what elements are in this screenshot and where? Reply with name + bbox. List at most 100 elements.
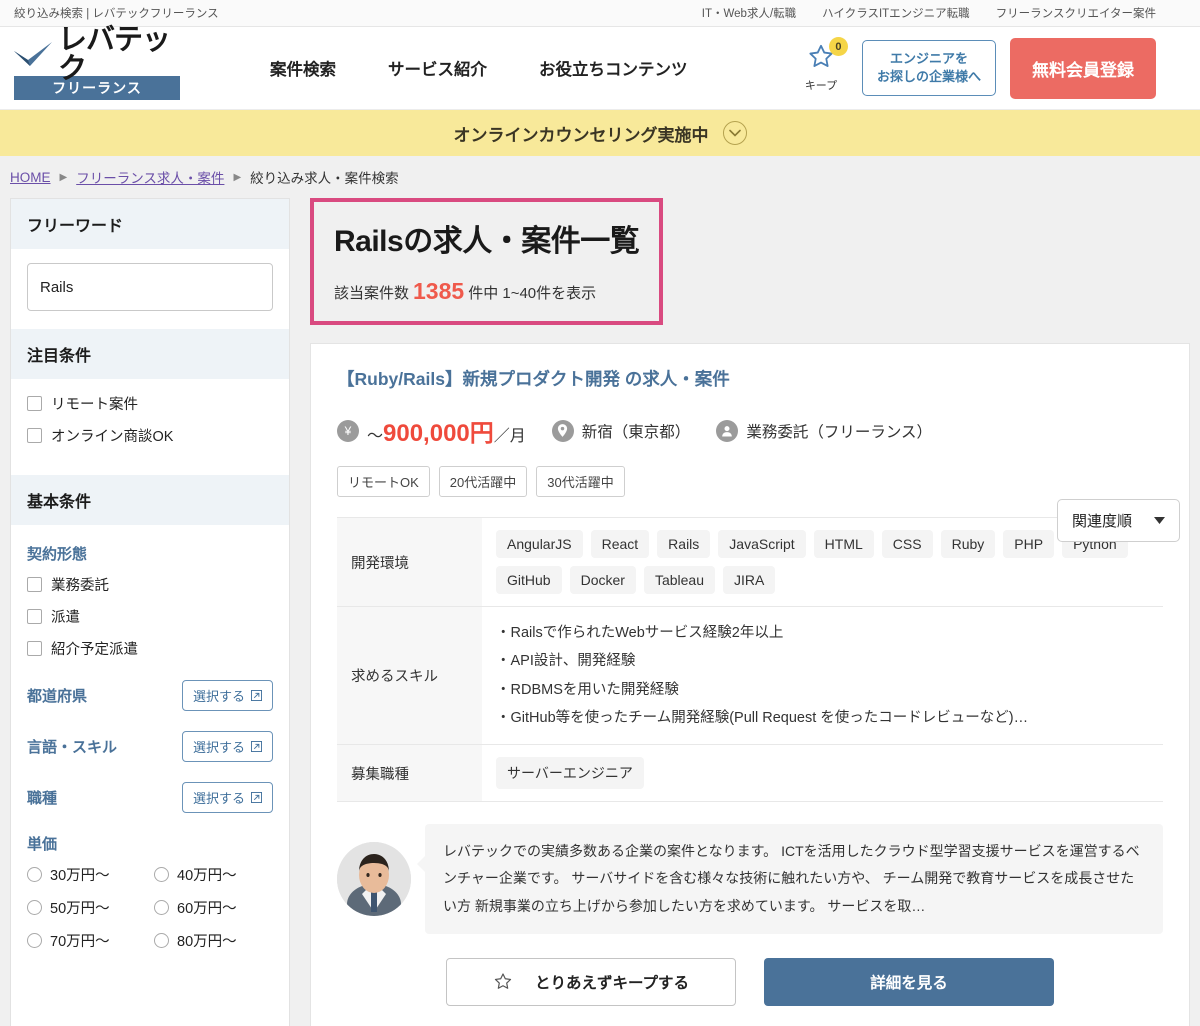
job-tag: 20代活躍中 [438,466,528,497]
featured-body: リモート案件 オンライン商談OK [11,379,289,475]
checkbox-box[interactable] [27,396,42,411]
job-contract: 業務委託（フリーランス） [716,419,932,442]
radio-circle[interactable] [154,933,169,948]
view-detail-button[interactable]: 詳細を見る [764,957,1054,1006]
sort-control-wrap: 関連度順 [1056,499,1180,542]
nav-item-content[interactable]: お役立ちコンテンツ [539,56,688,80]
for-companies-button[interactable]: エンジニアを お探しの企業様へ [861,40,996,96]
sort-dropdown[interactable]: 関連度順 [1056,499,1180,542]
main-navigation: 案件検索 サービス紹介 お役立ちコンテンツ [270,56,688,80]
checkbox-box[interactable] [27,577,42,592]
nav-item-service[interactable]: サービス紹介 [388,56,487,80]
occupation-select-button[interactable]: 選択する [181,782,273,813]
radio-price-40[interactable]: 40万円〜 [154,864,273,885]
row-value: ・Railsで作られたWebサービス経験2年以上 ・API設計、開発経験 ・RD… [482,607,1163,745]
skill-bullet-list: ・Railsで作られたWebサービス経験2年以上 ・API設計、開発経験 ・RD… [496,619,1149,732]
job-title[interactable]: 【Ruby/Rails】新規プロダクト開発 の求人・案件 [337,366,1163,391]
radio-circle[interactable] [27,933,42,948]
select-button-label: 選択する [192,791,245,806]
tech-chip: JIRA [722,566,776,594]
radio-price-80[interactable]: 80万円〜 [154,930,273,951]
breadcrumb-current: 絞り込み求人・案件検索 [250,171,399,186]
top-utility-bar: 絞り込み検索 | レバテックフリーランス IT・Web求人/転職 ハイクラスIT… [0,0,1200,27]
checkbox-remote[interactable]: リモート案件 [27,393,273,414]
salary-amount: 900,000円 [383,420,494,447]
radio-label: 30万円〜 [50,868,110,884]
top-link-it-web[interactable]: IT・Web求人/転職 [702,5,796,21]
for-companies-line1: エンジニアを [889,51,968,67]
salary-prefix: 〜 [367,428,384,445]
filter-row-prefecture: 都道府県 選択する [27,680,273,711]
logo-wordmark: レバテック [58,23,171,85]
keep-job-label: とりあえずキープする [534,974,690,992]
radio-price-30[interactable]: 30万円〜 [27,864,146,885]
position-chip-list: サーバーエンジニア [496,757,1149,790]
radio-circle[interactable] [27,867,42,882]
tech-chip: Docker [569,566,636,594]
top-link-highclass[interactable]: ハイクラスITエンジニア転職 [822,5,970,21]
chevron-down-icon[interactable] [722,121,747,145]
row-header: 求めるスキル [337,606,482,745]
site-logo[interactable]: レバテック フリーランス [14,25,182,100]
checkmark-icon [14,41,52,66]
select-button-label: 選択する [192,740,245,755]
online-counseling-banner[interactable]: オンラインカウンセリング実施中 [0,110,1200,156]
radio-circle[interactable] [27,900,42,915]
results-title-box: Railsの求人・案件一覧 該当案件数 1385 件中 1~40件を表示 [310,198,664,325]
radio-price-70[interactable]: 70万円〜 [27,930,146,951]
prefecture-select-button[interactable]: 選択する [181,680,273,711]
job-card: 【Ruby/Rails】新規プロダクト開発 の求人・案件 ¥ 〜900,000円… [310,343,1190,1026]
select-button-label: 選択する [192,689,245,704]
price-label: 単価 [27,836,58,853]
free-register-button[interactable]: 無料会員登録 [1010,37,1156,99]
tech-chip: HTML [813,530,874,558]
keep-list-button[interactable]: 0 キープ [794,37,848,93]
freeword-heading: フリーワード [11,199,289,249]
page-context-label: 絞り込み検索 | レバテックフリーランス [14,8,219,20]
checkbox-box[interactable] [27,428,42,443]
radio-circle[interactable] [154,900,169,915]
banner-text: オンラインカウンセリング実施中 [453,125,709,145]
prefecture-label: 都道府県 [27,688,88,705]
radio-price-60[interactable]: 60万円〜 [154,897,273,918]
basic-heading: 基本条件 [11,475,289,525]
table-row-environment: 開発環境 AngularJS React Rails JavaScript HT… [337,517,1163,607]
checkbox-box[interactable] [27,641,42,656]
tech-chip: JavaScript [718,530,806,558]
tech-chip: CSS [881,530,933,558]
tech-chip: React [590,530,650,558]
checkbox-label: 派遣 [51,610,80,626]
results-content: Railsの求人・案件一覧 該当案件数 1385 件中 1~40件を表示 【Ruby… [310,198,1190,1026]
checkbox-contract-haken[interactable]: 派遣 [27,606,273,627]
avatar [337,842,411,916]
site-header: レバテック フリーランス 案件検索 サービス紹介 お役立ちコンテンツ 0 キープ… [0,25,1200,110]
checkbox-contract-gyoumu[interactable]: 業務委託 [27,574,273,595]
breadcrumb-parent[interactable]: フリーランス求人・案件 [76,167,224,187]
job-salary: ¥ 〜900,000円／月 [337,413,526,448]
radio-price-50[interactable]: 50万円〜 [27,897,146,918]
language-select-button[interactable]: 選択する [181,731,273,762]
tech-chip: AngularJS [496,530,583,558]
price-radio-group: 30万円〜 40万円〜 50万円〜 60万円〜 70万円〜 80万円〜 [27,864,273,951]
freeword-input[interactable] [27,263,273,311]
top-link-creator[interactable]: フリーランスクリエイター案件 [996,5,1156,21]
keep-job-button[interactable]: とりあえずキープする [446,957,736,1006]
tech-chip: Ruby [940,530,996,558]
job-actions: とりあえずキープする 詳細を見る [337,957,1163,1006]
occupation-label: 職種 [27,790,58,807]
breadcrumb-home[interactable]: HOME [10,170,51,185]
row-header: 開発環境 [337,517,482,607]
tech-chip: Rails [657,530,711,558]
breadcrumb: HOME ▶ フリーランス求人・案件 ▶ 絞り込み求人・案件検索 [0,156,1200,198]
skill-bullet: ・Railsで作られたWebサービス経験2年以上 [496,625,784,641]
checkbox-online-meeting[interactable]: オンライン商談OK [27,425,273,446]
tech-chip: Tableau [643,566,715,594]
nav-item-job-search[interactable]: 案件検索 [270,56,336,80]
radio-circle[interactable] [154,867,169,882]
table-row-skills: 求めるスキル ・Railsで作られたWebサービス経験2年以上 ・API設計、開… [337,606,1163,745]
checkbox-contract-shoukai[interactable]: 紹介予定派遣 [27,638,273,659]
checkbox-box[interactable] [27,609,42,624]
salary-suffix: ／月 [493,428,526,445]
header-actions: 0 キープ エンジニアを お探しの企業様へ 無料会員登録 [794,37,1186,99]
featured-heading: 注目条件 [11,329,289,379]
